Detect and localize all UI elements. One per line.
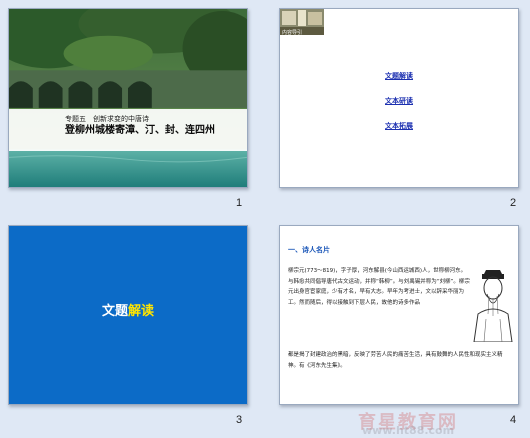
link-wenben-tuozhan[interactable]: 文本拓展	[280, 121, 518, 131]
slide-number-2: 2	[510, 197, 517, 209]
slide-title: 登柳州城楼寄漳、汀、封、连四州	[65, 125, 215, 136]
slide-thumbnail-3[interactable]: 文题解读	[8, 225, 248, 405]
section-title-part2: 解读	[128, 304, 155, 319]
link-label-2: 文本研读	[385, 97, 413, 105]
link-wenti-jiedu[interactable]: 文题解读	[280, 71, 518, 81]
poet-portrait-image	[470, 264, 516, 342]
header-image-label: 内容导引	[282, 30, 303, 36]
section-heading: 一、诗人名片	[288, 246, 330, 254]
link-label-1: 文题解读	[385, 72, 413, 80]
section-title-part1: 文题	[101, 304, 128, 319]
slide-thumbnail-4[interactable]: 一、诗人名片 柳宗元(773～819)，字子厚，河东解县(今山西运城西)人，世称…	[279, 225, 519, 405]
section-title: 文题解读	[9, 300, 247, 319]
slide-thumbnail-2[interactable]: 内容导引 文题解读 文本研读 文本拓展	[279, 8, 519, 188]
landscape-photo	[9, 9, 247, 187]
slide-subtitle: 专题五 创新求变的中唐诗	[65, 115, 149, 123]
slide-number-1: 1	[236, 197, 243, 209]
watermark-url: www.ht88.com	[362, 424, 455, 437]
link-wenben-yandu[interactable]: 文本研读	[280, 96, 518, 106]
poet-bio-paragraph: 柳宗元(773～819)，字子厚，河东解县(今山西运城西)人，世称柳河东。与韩愈…	[288, 268, 470, 306]
link-label-3: 文本拓展	[385, 122, 413, 130]
slide-number-4: 4	[510, 414, 517, 426]
slide-number-3: 3	[236, 414, 243, 426]
poet-bio-paragraph-continued: 都是揭了封建政治的黑暗，反映了劳苦人民的痛苦生活，具有鼓舞的人民性和现实主义精神…	[288, 352, 503, 369]
slide-thumbnail-1[interactable]: 专题五 创新求变的中唐诗 登柳州城楼寄漳、汀、封、连四州	[8, 8, 248, 188]
